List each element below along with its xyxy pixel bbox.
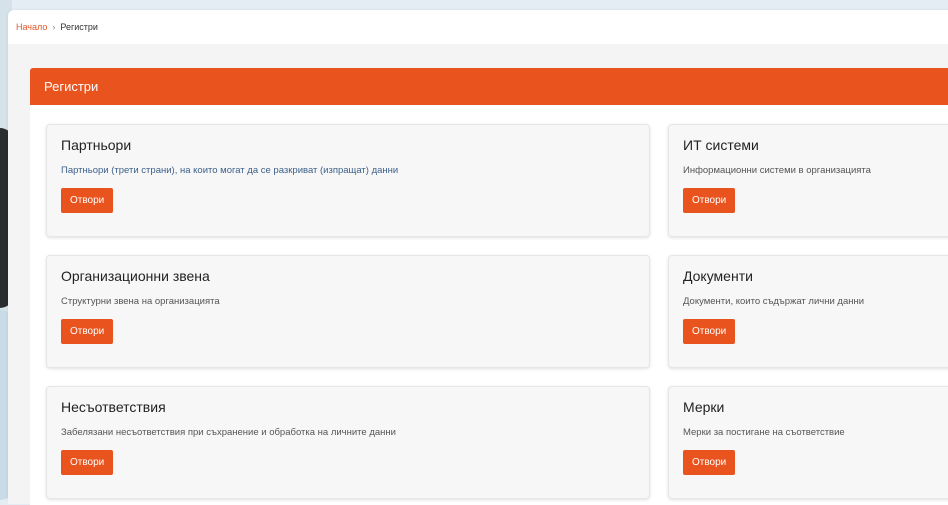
card-title: ИТ системи (683, 137, 759, 153)
main-panel: Начало › Регистри Регистри Партньори Пар… (8, 10, 948, 505)
section-header: Регистри (30, 68, 948, 105)
card-it-systems: ИТ системи Информационни системи в орган… (668, 124, 948, 237)
card-description: Партньори (трети страни), на които могат… (61, 165, 399, 176)
open-it-systems-button[interactable]: Отвори (683, 188, 736, 213)
card-description: Документи, които съдържат лични данни (683, 296, 865, 307)
breadcrumb-separator: › (52, 22, 56, 32)
card-description: Забелязани несъответствия при съхранение… (61, 427, 396, 438)
breadcrumb-home-link[interactable]: Начало (16, 22, 47, 32)
card-org-units: Организационни звена Структурни звена на… (46, 255, 650, 368)
card-title: Несъответствия (61, 399, 166, 415)
card-documents: Документи Документи, които съдържат личн… (668, 255, 948, 368)
card-title: Документи (683, 268, 753, 284)
open-org-units-button[interactable]: Отвори (61, 319, 114, 344)
open-nonconformities-button[interactable]: Отвори (61, 450, 114, 475)
card-title: Партньори (61, 137, 132, 153)
card-description: Информационни системи в организацията (683, 165, 871, 176)
card-title: Организационни звена (61, 268, 210, 284)
open-documents-button[interactable]: Отвори (683, 319, 736, 344)
card-partners: Партньори Партньори (трети страни), на к… (46, 124, 650, 237)
breadcrumb-current: Регистри (60, 22, 98, 32)
card-description: Структурни звена на организацията (61, 296, 220, 307)
card-description: Мерки за постигане на съответствие (683, 427, 845, 438)
open-partners-button[interactable]: Отвори (61, 188, 114, 213)
breadcrumb: Начало › Регистри (16, 22, 98, 32)
card-measures: Мерки Мерки за постигане на съответствие… (668, 386, 948, 499)
card-nonconformities: Несъответствия Забелязани несъответствия… (46, 386, 650, 499)
open-measures-button[interactable]: Отвори (683, 450, 736, 475)
card-title: Мерки (683, 399, 725, 415)
